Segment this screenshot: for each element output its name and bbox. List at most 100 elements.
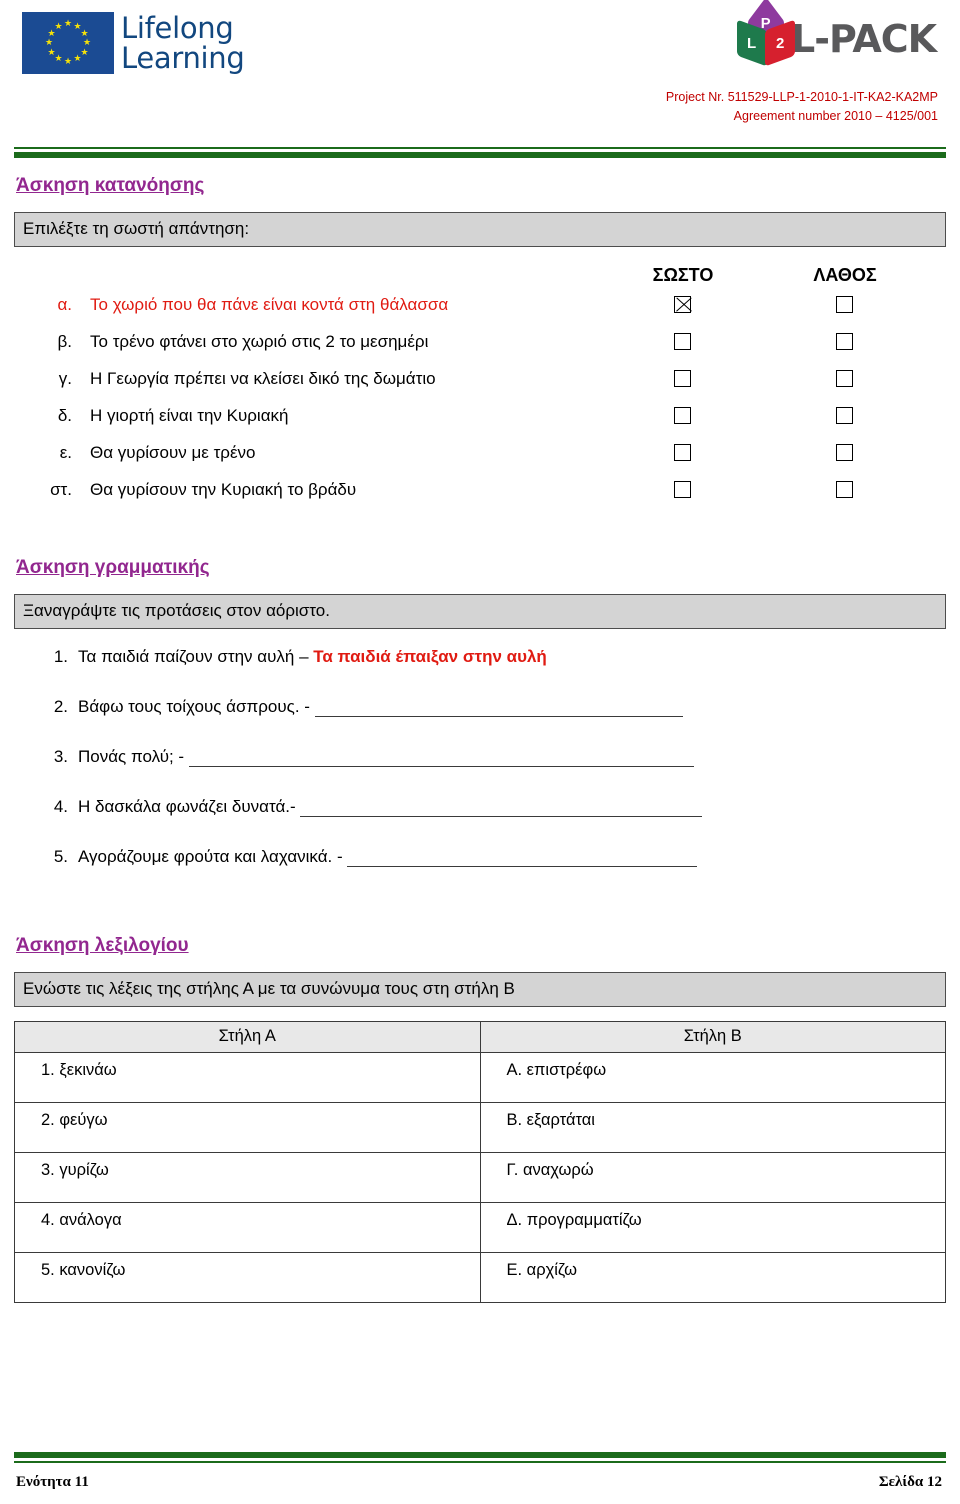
- footer-rule-thick: [14, 1452, 946, 1458]
- checkbox-true[interactable]: [674, 444, 691, 461]
- eu-lifelong-learning-logo: Lifelong Learning: [22, 12, 245, 74]
- truefalse-row: α. Το χωριό που θα πάνε είναι κοντά στη θ…: [0, 295, 960, 332]
- grammar-prompt: Πονάς πολύ; -: [78, 747, 189, 766]
- column-a-cell: 2. φεύγω: [14, 1102, 481, 1153]
- checkbox-true[interactable]: [674, 370, 691, 387]
- footer-page-label: Σελίδα 12: [878, 1474, 942, 1490]
- table-row: 4. ανάλογα Δ. προγραμματίζω: [14, 1202, 946, 1253]
- project-number: Project Nr. 511529-LLP-1-2010-1-IT-KA2-K…: [665, 90, 938, 104]
- checkbox-false[interactable]: [836, 407, 853, 424]
- item-statement: Θα γυρίσουν με τρένο: [90, 443, 256, 462]
- lifelong-line: Lifelong: [121, 11, 234, 45]
- checkbox-false[interactable]: [836, 370, 853, 387]
- grammar-list: 1. Τα παιδιά παίζουν στην αυλή – Τα παιδι…: [0, 647, 960, 897]
- table-row: 1. ξεκινάω Α. επιστρέφω: [14, 1052, 946, 1103]
- grammar-item-content: Πονάς πολύ; -: [78, 747, 694, 767]
- grammar-row: 4. Η δασκάλα φωνάζει δυνατά.-: [0, 797, 960, 847]
- grammar-heading: Άσκηση γραμματικής: [16, 557, 210, 578]
- column-a-cell: 1. ξεκινάω: [14, 1052, 481, 1103]
- agreement-number: Agreement number 2010 – 4125/001: [733, 109, 938, 123]
- checkbox-true[interactable]: [674, 481, 691, 498]
- item-statement: Το χωριό που θα πάνε είναι κοντά στη θάλ…: [90, 295, 449, 314]
- column-b-cell: Δ. προγραμματίζω: [479, 1202, 946, 1253]
- truefalse-column-headers: ΣΩΣΤΟ ΛΑΘΟΣ: [0, 265, 960, 295]
- column-b-cell: Α. επιστρέφω: [479, 1052, 946, 1103]
- column-header-a: Στήλη Α: [14, 1021, 481, 1053]
- page-header: Lifelong Learning P L 2 L-PACK Project N…: [0, 0, 960, 158]
- item-statement: Θα γυρίσουν την Κυριακή το βράδυ: [90, 480, 357, 499]
- truefalse-row: ε. Θα γυρίσουν με τρένο: [0, 443, 960, 480]
- item-statement: Η γιορτή είναι την Κυριακή: [90, 406, 289, 425]
- grammar-item-content: Τα παιδιά παίζουν στην αυλή – Τα παιδιά …: [78, 647, 547, 667]
- grammar-item-number: 5.: [53, 847, 68, 866]
- column-a-cell: 3. γυρίζω: [14, 1152, 481, 1203]
- column-b-cell: Ε. αρχίζω: [479, 1252, 946, 1303]
- grammar-row: 1. Τα παιδιά παίζουν στην αυλή – Τα παιδι…: [0, 647, 960, 697]
- grammar-item-content: Αγοράζουμε φρούτα και λαχανικά. -: [78, 847, 698, 867]
- header-rule-thick: [14, 152, 946, 158]
- grammar-instruction: Ξαναγράψτε τις προτάσεις στον αόριστο.: [14, 594, 946, 629]
- item-letter: δ.: [57, 406, 72, 425]
- column-b-cell: Β. εξαρτάται: [479, 1102, 946, 1153]
- cube-left-letter: L: [747, 34, 757, 52]
- grammar-item-number: 1.: [53, 647, 68, 666]
- checkbox-false[interactable]: [836, 296, 853, 313]
- table-row: 2. φεύγω Β. εξαρτάται: [14, 1102, 946, 1153]
- footer-unit-label: Ενότητα 11: [16, 1474, 89, 1490]
- comprehension-heading: Άσκηση κατανόησης: [16, 175, 205, 196]
- lifelong-learning-wordmark: Lifelong Learning: [121, 13, 245, 73]
- cube-right-letter: 2: [775, 34, 785, 52]
- vocabulary-match-table: Στήλη Α Στήλη Β 1. ξεκινάω Α. επιστρέφω 2.…: [14, 1021, 946, 1303]
- item-letter: γ.: [58, 369, 72, 388]
- eu-flag-icon: [22, 12, 114, 74]
- grammar-prompt: Τα παιδιά παίζουν στην αυλή –: [78, 647, 314, 666]
- answer-blank-line[interactable]: [347, 851, 698, 867]
- footer-rule-thin: [14, 1461, 946, 1463]
- grammar-item-number: 4.: [53, 797, 68, 816]
- column-header-true: ΣΩΣΤΟ: [652, 265, 714, 285]
- answer-blank-line[interactable]: [314, 701, 683, 717]
- item-statement: Το τρένο φτάνει στο χωριό στις 2 το μεση…: [90, 332, 429, 351]
- grammar-item-content: Η δασκάλα φωνάζει δυνατά.-: [78, 797, 703, 817]
- column-header-false: ΛΑΘΟΣ: [813, 265, 877, 285]
- grammar-row: 2. Βάφω τους τοίχους άσπρους. -: [0, 697, 960, 747]
- header-rule-thin: [14, 147, 946, 149]
- table-row: 3. γυρίζω Γ. αναχωρώ: [14, 1152, 946, 1203]
- item-letter: στ.: [50, 480, 72, 499]
- grammar-prompt: Η δασκάλα φωνάζει δυνατά.-: [78, 797, 301, 816]
- checkbox-false[interactable]: [836, 333, 853, 350]
- grammar-answer: Τα παιδιά έπαιξαν στην αυλή: [313, 647, 547, 666]
- truefalse-row: δ. Η γιορτή είναι την Κυριακή: [0, 406, 960, 443]
- lpack-logo: P L 2 L-PACK: [735, 0, 937, 70]
- learning-line: Learning: [121, 41, 245, 75]
- grammar-prompt: Βάφω τους τοίχους άσπρους. -: [78, 697, 315, 716]
- truefalse-list: α. Το χωριό που θα πάνε είναι κοντά στη θ…: [0, 295, 960, 517]
- answer-blank-line[interactable]: [188, 751, 694, 767]
- vocabulary-heading: Άσκηση λεξιλογίου: [16, 935, 189, 956]
- vocabulary-table-body: 1. ξεκινάω Α. επιστρέφω 2. φεύγω Β. εξαρτάτ…: [14, 1052, 946, 1303]
- comprehension-instruction: Επιλέξτε τη σωστή απάντηση:: [14, 212, 946, 247]
- checkbox-true[interactable]: [674, 333, 691, 350]
- lpack-wordmark: L-PACK: [791, 17, 937, 61]
- table-row: 5. κανονίζω Ε. αρχίζω: [14, 1252, 946, 1303]
- truefalse-row: γ. Η Γεωργία πρέπει να κλείσει δικό της δ…: [0, 369, 960, 406]
- column-a-cell: 4. ανάλογα: [14, 1202, 481, 1253]
- grammar-item-content: Βάφω τους τοίχους άσπρους. -: [78, 697, 683, 717]
- column-b-cell: Γ. αναχωρώ: [479, 1152, 946, 1203]
- item-letter: α.: [57, 295, 72, 314]
- item-letter: β.: [57, 332, 72, 351]
- grammar-prompt: Αγοράζουμε φρούτα και λαχανικά. -: [78, 847, 348, 866]
- checkbox-true[interactable]: [674, 407, 691, 424]
- item-letter: ε.: [59, 443, 72, 462]
- checkbox-false[interactable]: [836, 481, 853, 498]
- checkbox-false[interactable]: [836, 444, 853, 461]
- vocabulary-instruction: Ενώστε τις λέξεις της στήλης Α με τα συν…: [14, 972, 946, 1007]
- answer-blank-line[interactable]: [300, 801, 703, 817]
- document-body: Άσκηση κατανόησης Επιλέξτε τη σωστή απάν…: [0, 175, 960, 1303]
- table-header-row: Στήλη Α Στήλη Β: [14, 1021, 946, 1053]
- truefalse-row: στ. Θα γυρίσουν την Κυριακή το βράδυ: [0, 480, 960, 517]
- page-footer: Ενότητα 11 Σελίδα 12: [0, 1444, 960, 1504]
- grammar-row: 5. Αγοράζουμε φρούτα και λαχανικά. -: [0, 847, 960, 897]
- project-reference: Project Nr. 511529-LLP-1-2010-1-IT-KA2-K…: [666, 88, 938, 126]
- checkbox-true[interactable]: [674, 296, 691, 313]
